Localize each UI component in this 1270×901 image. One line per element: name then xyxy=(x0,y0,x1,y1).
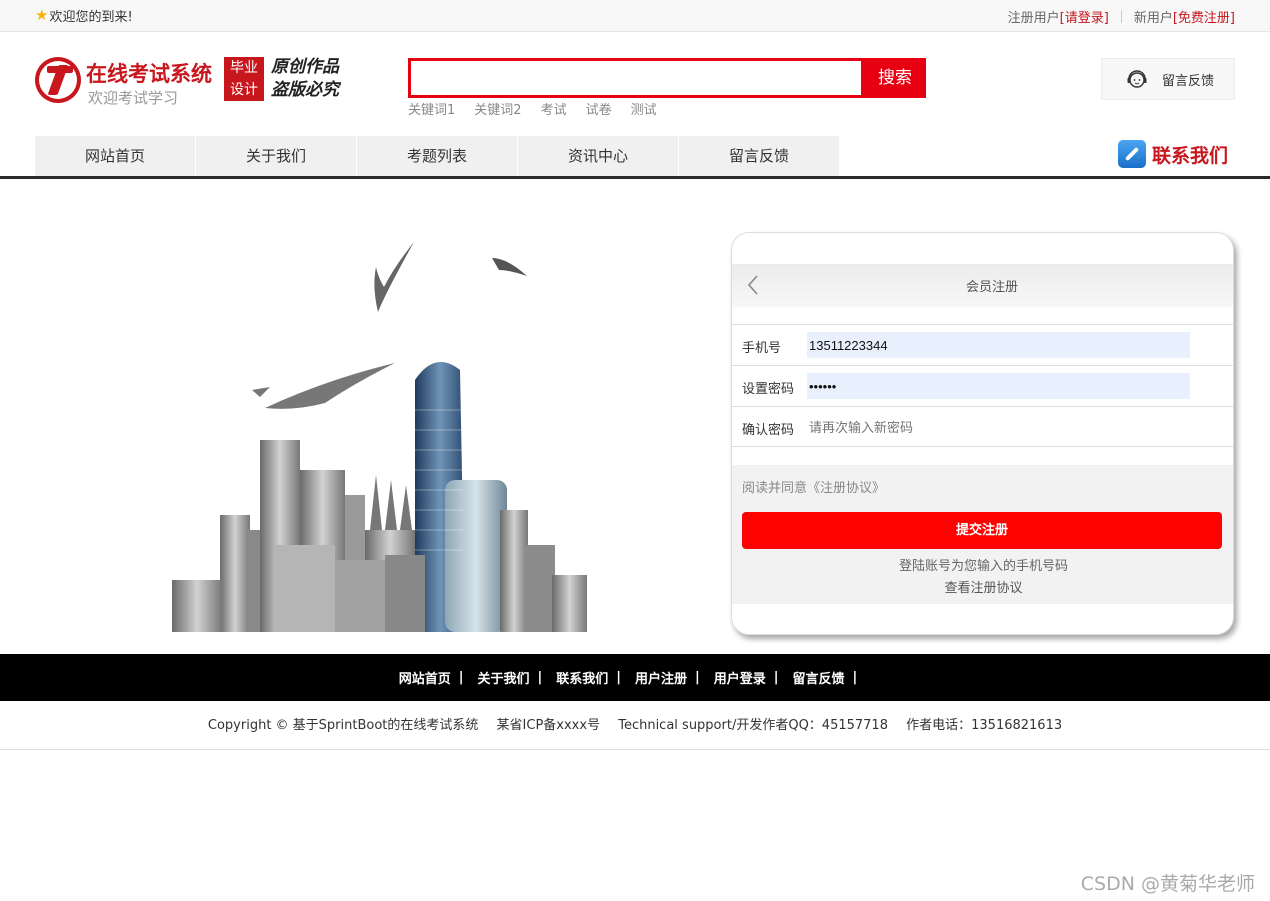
register-title: 会员注册 xyxy=(965,280,1018,295)
nav-item-about[interactable]: 关于我们 xyxy=(196,136,356,176)
phone-label: 手机号 xyxy=(742,341,782,356)
footer-separator: | xyxy=(695,670,700,685)
feedback-button[interactable]: 留言反馈 xyxy=(1101,58,1235,100)
author-phone-text: 作者电话：13516821613 xyxy=(906,718,1063,733)
hot-keywords: 关键词1 关键词2 考试 试卷 测试 xyxy=(408,99,657,118)
nav-item-exam-list[interactable]: 考题列表 xyxy=(357,136,517,176)
badge-line1: 毕业 xyxy=(230,60,258,76)
footer-link-contact[interactable]: 联系我们 xyxy=(556,668,608,687)
search-bar: 搜索 xyxy=(408,58,926,98)
contact-us-link[interactable]: 联系我们 xyxy=(1118,140,1228,168)
nav-item-news[interactable]: 资讯中心 xyxy=(518,136,678,176)
footer-separator: | xyxy=(852,670,858,685)
agree-terms-text[interactable]: 阅读并同意《注册协议》 xyxy=(742,477,885,496)
account-links: 注册用户 [请登录] 新用户 [免费注册] xyxy=(1008,7,1235,26)
password-row: 设置密码 xyxy=(732,365,1233,406)
top-bar: ★ 欢迎您的到来! 注册用户 [请登录] 新用户 [免费注册] xyxy=(0,0,1270,32)
main-nav: 网站首页 关于我们 考题列表 资讯中心 留言反馈 xyxy=(35,136,840,176)
pencil-icon xyxy=(1118,140,1146,168)
footer-separator: | xyxy=(616,670,621,685)
icp-text: 某省ICP备xxxx号 xyxy=(496,718,601,733)
register-user-label: 注册用户 xyxy=(1007,11,1060,26)
confirm-password-label: 确认密码 xyxy=(742,423,795,438)
submit-register-button[interactable]: 提交注册 xyxy=(742,512,1222,549)
register-card-header: 会员注册 xyxy=(732,264,1233,307)
feedback-label: 留言反馈 xyxy=(1162,74,1215,89)
nav-divider xyxy=(0,176,1270,179)
phone-row: 手机号 xyxy=(732,324,1233,365)
footer-link-register[interactable]: 用户注册 xyxy=(635,668,687,687)
copyright-text: Copyright © 基于SprintBoot的在线考试系统 xyxy=(207,718,479,733)
site-subtitle: 欢迎考试学习 xyxy=(88,89,179,107)
keyword-link[interactable]: 关键词2 xyxy=(474,99,521,118)
nav-item-home[interactable]: 网站首页 xyxy=(35,136,195,176)
csdn-watermark: CSDN @黄菊华老师 xyxy=(1080,873,1255,895)
keyword-link[interactable]: 关键词1 xyxy=(408,99,455,118)
contact-us-label: 联系我们 xyxy=(1152,144,1229,167)
welcome-text: 欢迎您的到来! xyxy=(49,10,133,25)
slogan-line1: 原创作品 xyxy=(271,57,339,77)
search-button[interactable]: 搜索 xyxy=(864,58,926,98)
footer-separator: | xyxy=(773,670,779,685)
register-card: 会员注册 手机号 设置密码 确认密码 阅读并同意《注册协议》 提交注册 登陆账号… xyxy=(731,232,1234,635)
confirm-password-input[interactable] xyxy=(807,414,1190,440)
footer-links: 网站首页 | 关于我们 | 联系我们 | 用户注册 | 用户登录 | 留言反馈 | xyxy=(0,654,1270,701)
new-user-label: 新用户 xyxy=(1133,11,1173,26)
view-agreement-link[interactable]: 查看注册协议 xyxy=(732,577,1233,596)
city-skyline-illustration xyxy=(172,242,587,632)
site-logo-icon[interactable] xyxy=(35,57,81,103)
customer-service-icon xyxy=(1127,70,1147,88)
confirm-password-row: 确认密码 xyxy=(732,406,1233,447)
login-link[interactable]: [请登录] xyxy=(1060,7,1109,26)
slogan: 原创作品 盗版必究 xyxy=(271,56,339,102)
divider xyxy=(1120,10,1122,23)
nav-item-feedback[interactable]: 留言反馈 xyxy=(679,136,839,176)
phone-input[interactable] xyxy=(807,332,1190,358)
star-icon: ★ xyxy=(35,6,49,24)
agreement-section: 阅读并同意《注册协议》 提交注册 登陆账号为您输入的手机号码 查看注册协议 xyxy=(732,465,1233,604)
footer-separator: | xyxy=(537,670,543,685)
graduation-design-badge: 毕业 设计 xyxy=(224,57,264,101)
search-input[interactable] xyxy=(408,58,864,98)
password-label: 设置密码 xyxy=(742,382,795,397)
footer-separator: | xyxy=(458,670,464,685)
badge-line2: 设计 xyxy=(230,82,258,98)
slogan-line2: 盗版必究 xyxy=(271,80,339,100)
welcome-message: ★ 欢迎您的到来! xyxy=(35,6,133,26)
site-title[interactable]: 在线考试系统 xyxy=(86,58,212,88)
free-register-link[interactable]: [免费注册] xyxy=(1173,7,1235,26)
account-note: 登陆账号为您输入的手机号码 xyxy=(898,559,1068,574)
footer-link-feedback[interactable]: 留言反馈 xyxy=(793,668,845,687)
keyword-link[interactable]: 测试 xyxy=(631,99,657,118)
keyword-link[interactable]: 考试 xyxy=(541,99,567,118)
password-input[interactable] xyxy=(807,373,1190,399)
footer-link-home[interactable]: 网站首页 xyxy=(399,668,451,687)
keyword-link[interactable]: 试卷 xyxy=(586,99,612,118)
footer-link-about[interactable]: 关于我们 xyxy=(477,668,529,687)
support-text: Technical support/开发作者QQ：45157718 xyxy=(618,718,888,733)
footer-link-login[interactable]: 用户登录 xyxy=(714,668,766,687)
copyright-bar: Copyright © 基于SprintBoot的在线考试系统 某省ICP备xx… xyxy=(0,701,1270,750)
